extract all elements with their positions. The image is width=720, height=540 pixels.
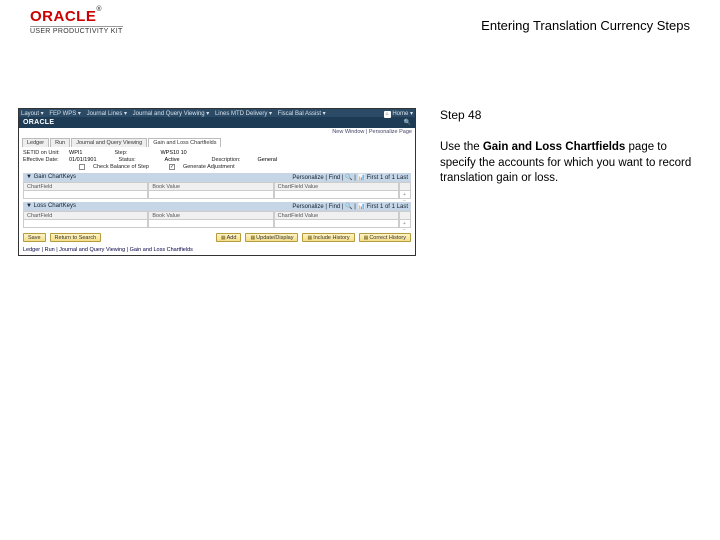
col-bookvalue: Book Value [148,212,273,220]
oracle-logo: ORACLE® [30,8,123,25]
loss-grid: ChartField Book Value ChartField Value +… [23,211,411,228]
nav-item[interactable]: FEP WPS ▾ [49,111,81,117]
nav-item[interactable]: Lines MTD Delivery ▾ [215,111,272,117]
breadcrumb[interactable]: Ledger | Run | Journal and Query Viewing… [19,245,415,255]
tab-gain-loss-chartfields[interactable]: Gain and Loss Chartfields [148,138,221,147]
brand-block: ORACLE® USER PRODUCTIVITY KIT [30,8,123,35]
tab-journal-query[interactable]: Journal and Query Viewing [71,138,147,147]
table-row: + − [23,191,411,199]
nav-home-label: Home ▾ [392,111,413,117]
col-chartfield: ChartField [23,212,148,220]
step-instruction: Use the Gain and Loss Chartfields page t… [440,140,700,187]
setid-value: WPI1 [69,150,82,156]
add-button[interactable]: Add [216,233,242,242]
history-button[interactable]: Include History [302,233,354,242]
cell-cfvalue[interactable] [274,220,399,228]
cell-bookvalue[interactable] [148,220,273,228]
effdate-label: Effective Date: [23,157,63,163]
checkbox-adjustment[interactable]: ✓ [169,164,175,170]
checkbox-balance[interactable] [79,164,85,170]
cell-chartfield[interactable] [23,191,148,199]
gain-grid: ChartField Book Value ChartField Value +… [23,182,411,199]
page-tabs: Ledger Run Journal and Query Viewing Gai… [19,136,415,147]
row-add-remove[interactable]: + − [399,191,411,199]
gain-panel-title[interactable]: ▼ Gain ChartKeys [26,174,76,181]
nav-home[interactable]: ⌂ Home ▾ [384,110,413,116]
action-buttons: Save Return to Search Add Update/Display… [19,230,415,245]
col-cfvalue: ChartField Value [274,212,399,220]
col-cfvalue: ChartField Value [274,183,399,191]
nav-item[interactable]: Journal Lines ▾ [87,111,127,117]
cell-cfvalue[interactable] [274,191,399,199]
loss-panel-toolbar[interactable]: Personalize | Find | 🔍 | 📊 First 1 of 1 … [292,203,408,210]
app-band: ORACLE 🔍 [19,117,415,128]
instr-pre: Use the [440,141,483,153]
desc-value: General [258,157,278,163]
col-actions [399,212,411,220]
update-button[interactable]: Update/Display [245,233,298,242]
correct-button[interactable]: Correct History [359,233,411,242]
app-screenshot: Layout ▾ FEP WPS ▾ Journal Lines ▾ Journ… [18,108,416,256]
step-field-label: Step: [114,150,154,156]
status-value: Active [165,157,180,163]
search-icon[interactable]: 🔍 [404,119,411,126]
status-label: Status: [119,157,159,163]
gain-panel-toolbar[interactable]: Personalize | Find | 🔍 | 📊 First 1 of 1 … [292,174,408,181]
tab-ledger[interactable]: Ledger [22,138,49,147]
gain-panel-header: ▼ Gain ChartKeys Personalize | Find | 🔍 … [23,173,411,182]
desc-label: Description: [212,157,252,163]
col-chartfield: ChartField [23,183,148,191]
return-button[interactable]: Return to Search [50,233,102,242]
page-links[interactable]: New Window | Personalize Page [19,128,415,136]
setid-label: SETID on Unit: [23,150,63,156]
product-subtitle: USER PRODUCTIVITY KIT [30,26,123,35]
row-add-remove[interactable]: + − [399,220,411,228]
nav-item[interactable]: Journal and Query Viewing ▾ [133,111,210,117]
save-button[interactable]: Save [23,233,46,242]
checkbox-balance-label: Check Balance of Step [93,164,149,170]
trademark: ® [96,6,102,13]
cell-bookvalue[interactable] [148,191,273,199]
oracle-logo-text: ORACLE [30,8,96,25]
app-brand: ORACLE [23,119,54,126]
tab-run[interactable]: Run [50,138,70,147]
col-actions [399,183,411,191]
col-bookvalue: Book Value [148,183,273,191]
doc-title: Entering Translation Currency Steps [481,18,690,33]
global-nav: Layout ▾ FEP WPS ▾ Journal Lines ▾ Journ… [19,109,415,117]
instr-bold: Gain and Loss Chartfields [483,141,626,153]
home-icon: ⌂ [384,111,391,118]
effdate-value: 01/01/1901 [69,157,97,163]
loss-panel-header: ▼ Loss ChartKeys Personalize | Find | 🔍 … [23,202,411,211]
step-label: Step 48 [440,108,700,122]
nav-item[interactable]: Layout ▾ [21,111,44,117]
nav-item[interactable]: Fiscal Bal Assist ▾ [278,111,326,117]
cell-chartfield[interactable] [23,220,148,228]
step-field-value: WPS10 10 [160,150,186,156]
checkbox-adjustment-label: Generate Adjustment [183,164,235,170]
table-row: + − [23,220,411,228]
global-nav-items: Layout ▾ FEP WPS ▾ Journal Lines ▾ Journ… [21,110,330,116]
loss-panel-title[interactable]: ▼ Loss ChartKeys [26,203,76,210]
